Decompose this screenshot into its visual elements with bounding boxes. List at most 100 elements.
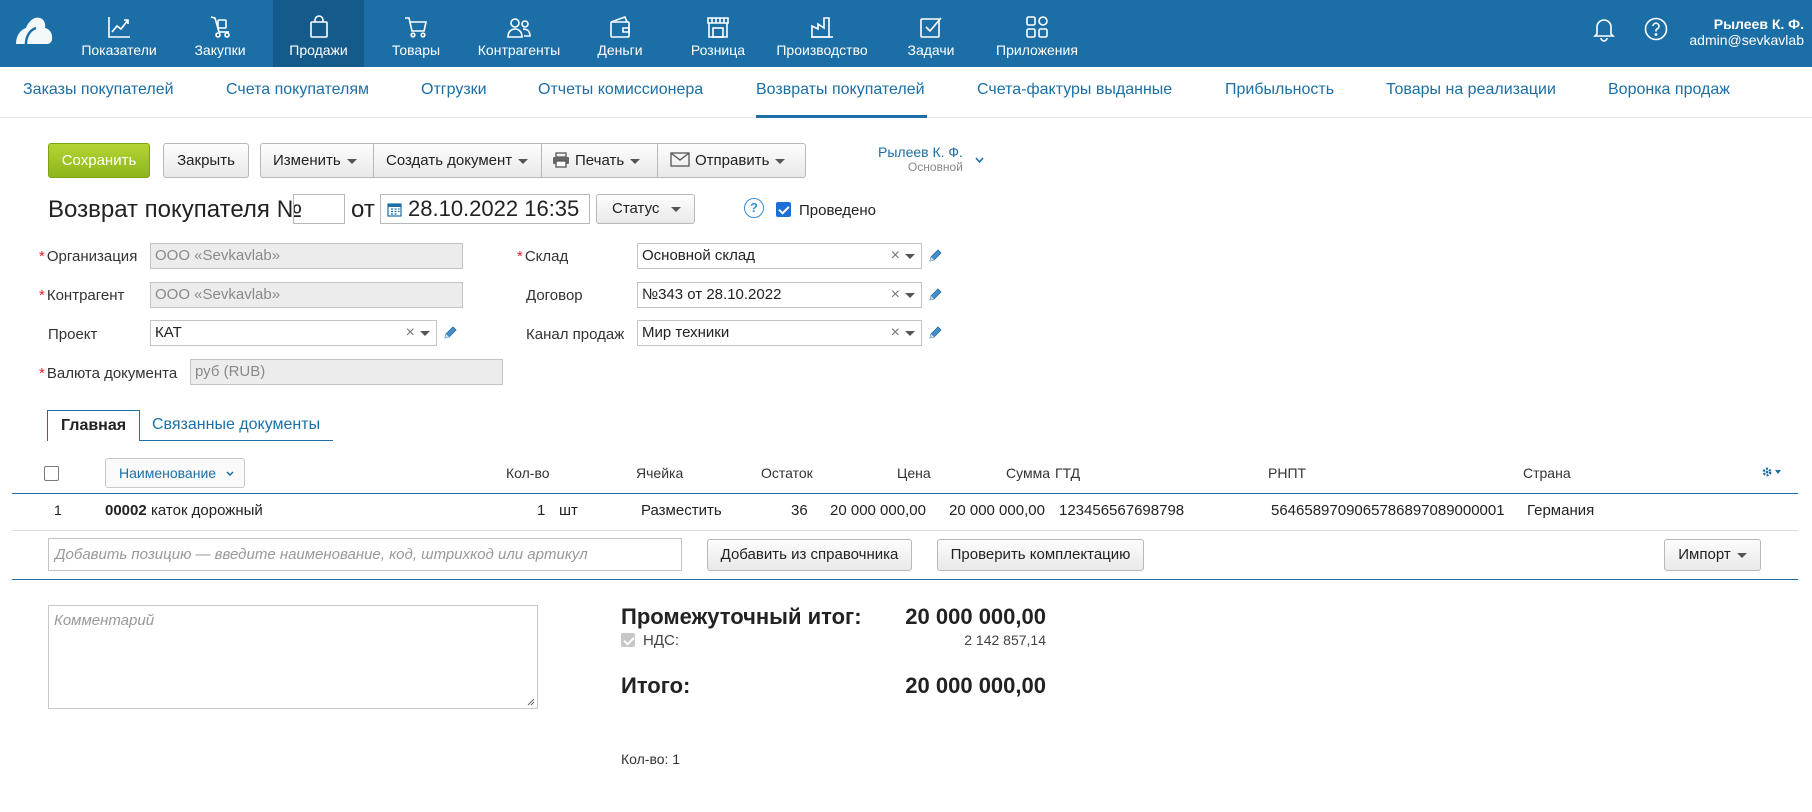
edit-pencil-icon[interactable] — [927, 325, 943, 341]
subnav-customer-orders[interactable]: Заказы покупателей — [23, 81, 174, 99]
cart-hand-icon — [210, 16, 230, 38]
chevron-down-icon — [226, 471, 234, 477]
vat-value: 2 142 857,14 — [964, 632, 1046, 648]
posted-checkbox[interactable] — [776, 202, 791, 217]
action-button-group: Изменить Создать документ Печать Отправи… — [260, 143, 806, 178]
subnav-customer-returns[interactable]: Возвраты покупателей — [756, 81, 925, 99]
owner-selector[interactable]: Рылеев К. Ф. Основной — [878, 145, 963, 175]
nav-item-label: Товары — [391, 42, 441, 58]
subtotal-value: 20 000 000,00 — [905, 604, 1046, 629]
resize-handle-icon[interactable] — [525, 696, 535, 706]
row-price[interactable]: 20 000 000,00 — [830, 502, 926, 519]
chevron-down-icon[interactable] — [905, 293, 915, 298]
chevron-down-icon[interactable] — [975, 157, 984, 163]
nav-item-tasks[interactable]: Задачи — [886, 0, 976, 67]
clear-icon[interactable]: × — [891, 248, 900, 264]
project-select[interactable]: КАТ × — [150, 320, 437, 346]
nav-item-counterparties[interactable]: Контрагенты — [466, 0, 572, 67]
qty-column-header: Кол-во — [506, 465, 550, 481]
close-button[interactable]: Закрыть — [163, 143, 249, 178]
chevron-down-icon — [630, 158, 641, 164]
check-set-button[interactable]: Проверить комплектацию — [937, 539, 1144, 571]
document-date-input[interactable]: 28.10.2022 16:35 — [380, 194, 590, 224]
create-document-dropdown[interactable]: Создать документ — [374, 144, 541, 177]
subnav-sales-funnel[interactable]: Воронка продаж — [1608, 81, 1730, 99]
from-label: от — [351, 196, 375, 223]
tab-related-documents[interactable]: Связанные документы — [140, 410, 333, 441]
name-column-header[interactable]: Наименование — [105, 458, 245, 488]
contract-select[interactable]: №343 от 28.10.2022 × — [637, 282, 922, 308]
row-cell[interactable]: Разместить — [641, 502, 722, 519]
clear-icon[interactable]: × — [891, 325, 900, 341]
counterparty-label: * Контрагент — [39, 287, 125, 304]
nav-item-apps[interactable]: Приложения — [986, 0, 1088, 67]
add-from-catalog-button[interactable]: Добавить из справочника — [707, 539, 912, 571]
row-stock: 36 — [791, 502, 808, 519]
calendar-icon[interactable] — [387, 202, 402, 217]
send-dropdown[interactable]: Отправить — [658, 144, 806, 177]
help-icon[interactable]: ? — [744, 198, 764, 218]
select-all-checkbox[interactable] — [44, 466, 59, 481]
save-button[interactable]: Сохранить — [48, 143, 150, 178]
print-label: Печать — [575, 152, 625, 169]
total-label: Итого: — [621, 673, 691, 698]
subnav-issued-invoices[interactable]: Счета-фактуры выданные — [977, 81, 1172, 99]
print-dropdown[interactable]: Печать — [542, 144, 657, 177]
product-name[interactable]: каток дорожный — [151, 502, 263, 519]
warehouse-select[interactable]: Основной склад × — [637, 243, 922, 269]
row-qty[interactable]: 1 — [537, 502, 545, 519]
required-asterisk: * — [39, 248, 45, 265]
active-tab-indicator — [756, 115, 927, 118]
tab-main[interactable]: Главная — [47, 410, 141, 441]
edit-pencil-icon[interactable] — [927, 287, 943, 303]
gear-icon[interactable] — [1761, 466, 1783, 478]
change-dropdown[interactable]: Изменить — [261, 144, 373, 177]
import-dropdown[interactable]: Импорт — [1664, 539, 1761, 571]
add-position-input[interactable]: Добавить позицию — введите наименование,… — [48, 538, 682, 571]
edit-pencil-icon[interactable] — [442, 325, 458, 341]
shopping-bag-icon — [309, 15, 328, 38]
total-value: 20 000 000,00 — [905, 673, 1046, 698]
subnav-shipments[interactable]: Отгрузки — [421, 81, 487, 99]
nav-item-label: Деньги — [597, 42, 643, 58]
subnav-consignment-goods[interactable]: Товары на реализации — [1386, 81, 1556, 99]
document-number-input[interactable] — [293, 194, 345, 224]
cell-column-header: Ячейка — [636, 465, 684, 481]
chevron-down-icon[interactable] — [905, 331, 915, 336]
sales-channel-select[interactable]: Мир техники × — [637, 320, 922, 346]
row-number: 1 — [54, 502, 62, 518]
nav-item-goods[interactable]: Товары — [376, 0, 456, 67]
subnav-commission-reports[interactable]: Отчеты комиссионера — [538, 81, 703, 99]
clear-icon[interactable]: × — [891, 287, 900, 303]
required-asterisk: * — [39, 365, 45, 382]
row-country[interactable]: Германия — [1527, 502, 1594, 519]
clear-icon[interactable]: × — [406, 325, 415, 341]
nav-item-money[interactable]: Деньги — [580, 0, 660, 67]
user-menu[interactable]: Рылеев К. Ф. admin@sevkavlab — [1689, 16, 1804, 48]
nav-item-sales[interactable]: Продажи — [273, 0, 364, 67]
subnav-customer-invoices[interactable]: Счета покупателям — [226, 81, 369, 99]
logo-icon[interactable] — [14, 14, 54, 46]
help-icon[interactable] — [1643, 16, 1669, 42]
page-title: Возврат покупателя № — [48, 196, 303, 223]
nav-item-label: Продажи — [289, 42, 348, 58]
top-navigation-bar: Показатели Закупки Продажи Товары Контра… — [0, 0, 1812, 67]
sales-channel-value: Мир техники — [642, 324, 730, 341]
nav-item-label: Показатели — [81, 42, 157, 58]
quantity-total: Кол-во: 1 — [621, 751, 681, 767]
bell-icon[interactable] — [1591, 16, 1617, 42]
nav-item-indicators[interactable]: Показатели — [66, 0, 172, 67]
status-dropdown[interactable]: Статус — [596, 194, 695, 224]
nav-item-retail[interactable]: Розница — [675, 0, 761, 67]
comment-textarea[interactable]: Комментарий — [48, 605, 538, 709]
subnav-profitability[interactable]: Прибыльность — [1225, 81, 1334, 99]
nav-item-purchases[interactable]: Закупки — [180, 0, 260, 67]
currency-field: руб (RUB) — [190, 359, 503, 385]
chevron-down-icon[interactable] — [420, 331, 430, 336]
nav-item-production[interactable]: Производство — [772, 0, 872, 67]
row-rnpt[interactable]: 5646589709065786897089000001 — [1271, 502, 1505, 519]
edit-pencil-icon[interactable] — [927, 248, 943, 264]
nav-item-label: Приложения — [996, 42, 1078, 58]
row-gtd[interactable]: 123456567698798 — [1059, 502, 1184, 519]
chevron-down-icon[interactable] — [905, 254, 915, 259]
